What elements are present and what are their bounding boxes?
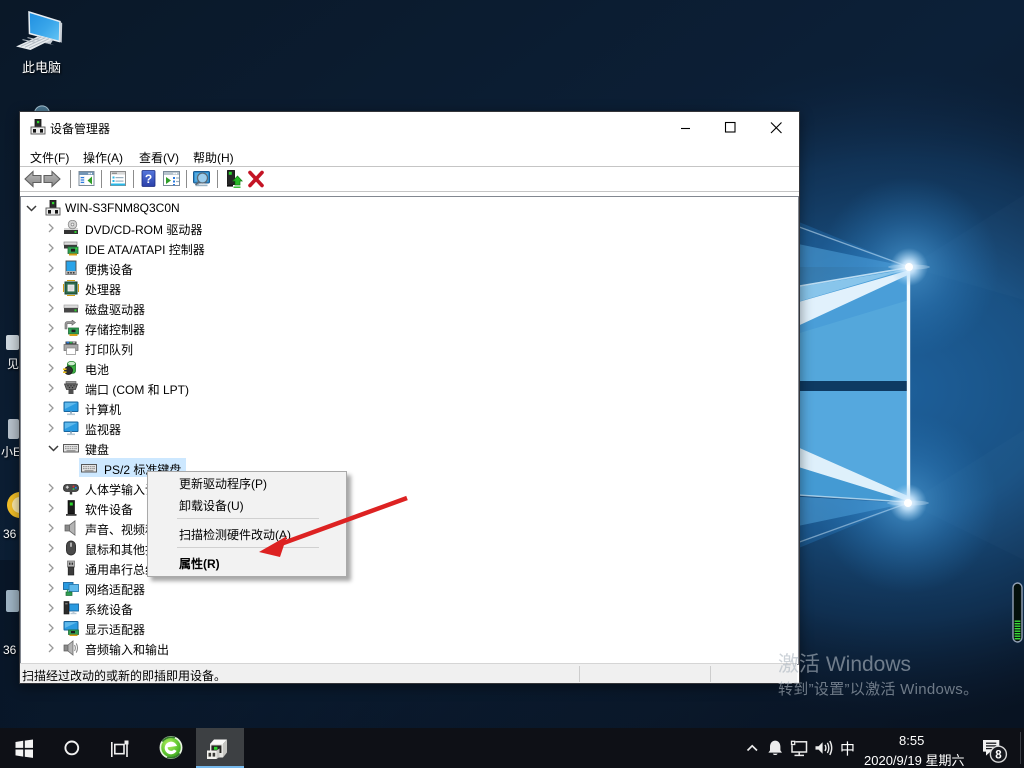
svg-text:?: ? xyxy=(145,172,152,186)
svg-text:8: 8 xyxy=(995,749,1002,761)
